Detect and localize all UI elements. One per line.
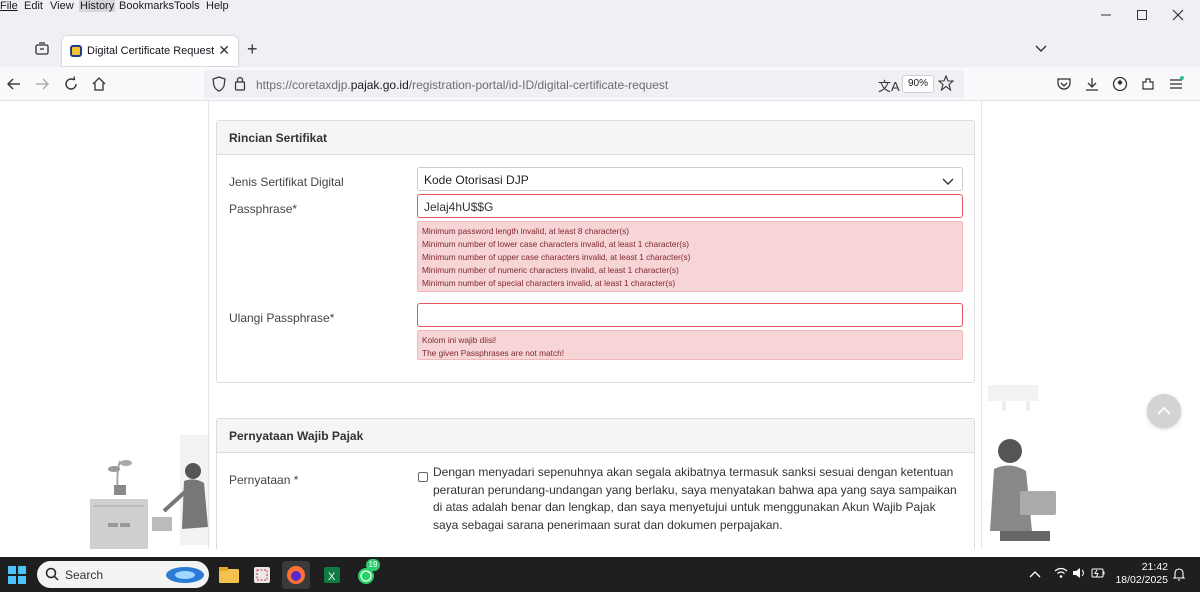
tab-overview-icon[interactable] <box>34 42 50 56</box>
menu-view[interactable]: View <box>50 0 74 12</box>
new-tab-icon[interactable]: + <box>247 39 258 60</box>
site-favicon-icon <box>70 45 82 57</box>
zoom-level-badge[interactable]: 90% <box>902 75 934 93</box>
pernyataan-checkbox[interactable] <box>418 472 428 482</box>
list-tabs-chevron-icon[interactable] <box>1034 43 1048 57</box>
tab-title: Digital Certificate Request <box>87 45 215 57</box>
system-clock[interactable]: 21:42 18/02/2025 <box>1112 561 1168 587</box>
firefox-icon[interactable] <box>282 561 310 589</box>
windows-taskbar: Search X 19 21:42 18/02/2025 <box>0 557 1200 592</box>
search-placeholder: Search <box>65 568 104 582</box>
pernyataan-label: Pernyataan * <box>229 473 299 487</box>
pocket-icon[interactable] <box>1053 73 1075 95</box>
pernyataan-text: Dengan menyadari sepenuhnya akan segala … <box>433 465 957 532</box>
menu-bookmarks[interactable]: Bookmarks <box>119 0 174 12</box>
jenis-sertifikat-select[interactable]: Kode Otorisasi DJP <box>417 167 963 191</box>
show-hidden-icons-chevron-icon[interactable] <box>1029 568 1041 582</box>
app-menu-icon[interactable] <box>1165 73 1187 95</box>
battery-icon[interactable] <box>1091 567 1105 582</box>
downloads-icon[interactable] <box>1081 73 1103 95</box>
maximize-icon[interactable] <box>1126 2 1158 28</box>
tab-close-icon[interactable]: ✕ <box>218 42 230 59</box>
rincian-sertifikat-header: Rincian Sertifikat <box>217 121 974 155</box>
back-arrow-icon[interactable] <box>3 73 25 95</box>
taskbar-search-box[interactable]: Search <box>37 561 209 588</box>
notification-bell-icon[interactable] <box>1172 567 1186 584</box>
jenis-sertifikat-value: Kode Otorisasi DJP <box>424 173 529 187</box>
snipping-tool-icon[interactable] <box>248 561 276 589</box>
clock-time: 21:42 <box>1141 561 1168 573</box>
ulangi-passphrase-input[interactable] <box>417 303 963 327</box>
ulangi-error: The given Passphrases are not match! <box>422 348 565 358</box>
whatsapp-icon[interactable]: 19 <box>352 559 380 589</box>
translate-icon[interactable]: 文A <box>878 76 900 95</box>
page-content: Rincian Sertifikat Jenis Sertifikat Digi… <box>0 101 1200 549</box>
whatsapp-badge: 19 <box>366 559 380 571</box>
account-icon[interactable] <box>1109 73 1131 95</box>
passphrase-error: Minimum number of upper case characters … <box>422 252 691 262</box>
chevron-down-icon <box>942 175 954 189</box>
tracking-shield-icon[interactable] <box>212 76 226 95</box>
passphrase-input[interactable]: Jelaj4hU$$G <box>417 194 963 218</box>
pernyataan-header: Pernyataan Wajib Pajak <box>217 419 974 453</box>
windows-start-icon[interactable] <box>8 566 26 587</box>
url-text[interactable]: https://coretaxdjp.pajak.go.id/registrat… <box>256 78 668 92</box>
passphrase-error: Minimum password length invalid, at leas… <box>422 226 630 236</box>
passphrase-error-box: Minimum password length invalid, at leas… <box>417 221 963 292</box>
woman-laptop-illustration <box>988 385 1056 541</box>
wifi-icon[interactable] <box>1054 567 1068 582</box>
excel-icon[interactable]: X <box>318 561 346 589</box>
scroll-to-top-button[interactable] <box>1147 394 1181 428</box>
ulangi-passphrase-label: Ulangi Passphrase* <box>229 311 335 325</box>
menu-edit[interactable]: Edit <box>24 0 43 12</box>
extensions-icon[interactable] <box>1137 73 1159 95</box>
tab-strip: Digital Certificate Request ✕ + <box>0 13 1200 67</box>
chevron-up-icon <box>1157 406 1171 415</box>
jenis-sertifikat-label: Jenis Sertifikat Digital <box>229 175 344 189</box>
menu-tools[interactable]: Tools <box>174 0 200 12</box>
menu-bar: File Edit View History Bookmarks Tools H… <box>0 0 1200 13</box>
navigation-toolbar: https://coretaxdjp.pajak.go.id/registrat… <box>0 67 1200 101</box>
lock-icon[interactable] <box>234 76 246 94</box>
search-highlight-icon <box>165 565 205 587</box>
passphrase-error: Minimum number of numeric characters inv… <box>422 265 679 275</box>
volume-icon[interactable] <box>1072 567 1086 582</box>
address-bar[interactable]: https://coretaxdjp.pajak.go.id/registrat… <box>204 70 964 98</box>
passphrase-label: Passphrase* <box>229 202 298 216</box>
search-icon <box>45 567 59 584</box>
svg-text:X: X <box>328 571 336 583</box>
clock-date: 18/02/2025 <box>1115 574 1168 586</box>
forward-arrow-icon[interactable] <box>31 73 53 95</box>
passphrase-error: Minimum number of lower case characters … <box>422 239 689 249</box>
passphrase-error: Minimum number of special characters inv… <box>422 278 676 288</box>
office-worker-illustration <box>90 435 210 549</box>
tab-digital-certificate[interactable]: Digital Certificate Request ✕ <box>62 36 238 66</box>
ulangi-error: Kolom ini wajib diisi! <box>422 335 497 345</box>
menu-help[interactable]: Help <box>206 0 229 12</box>
ulangi-passphrase-error-box: Kolom ini wajib diisi! The given Passphr… <box>417 330 963 360</box>
menu-file[interactable]: File <box>0 0 18 12</box>
window-close-icon[interactable] <box>1162 2 1194 28</box>
minimize-icon[interactable] <box>1090 2 1122 28</box>
file-explorer-icon[interactable] <box>215 561 243 589</box>
bookmark-star-icon[interactable] <box>937 74 955 94</box>
menu-history[interactable]: History <box>79 0 116 12</box>
reload-icon[interactable] <box>60 73 82 95</box>
home-icon[interactable] <box>88 73 110 95</box>
